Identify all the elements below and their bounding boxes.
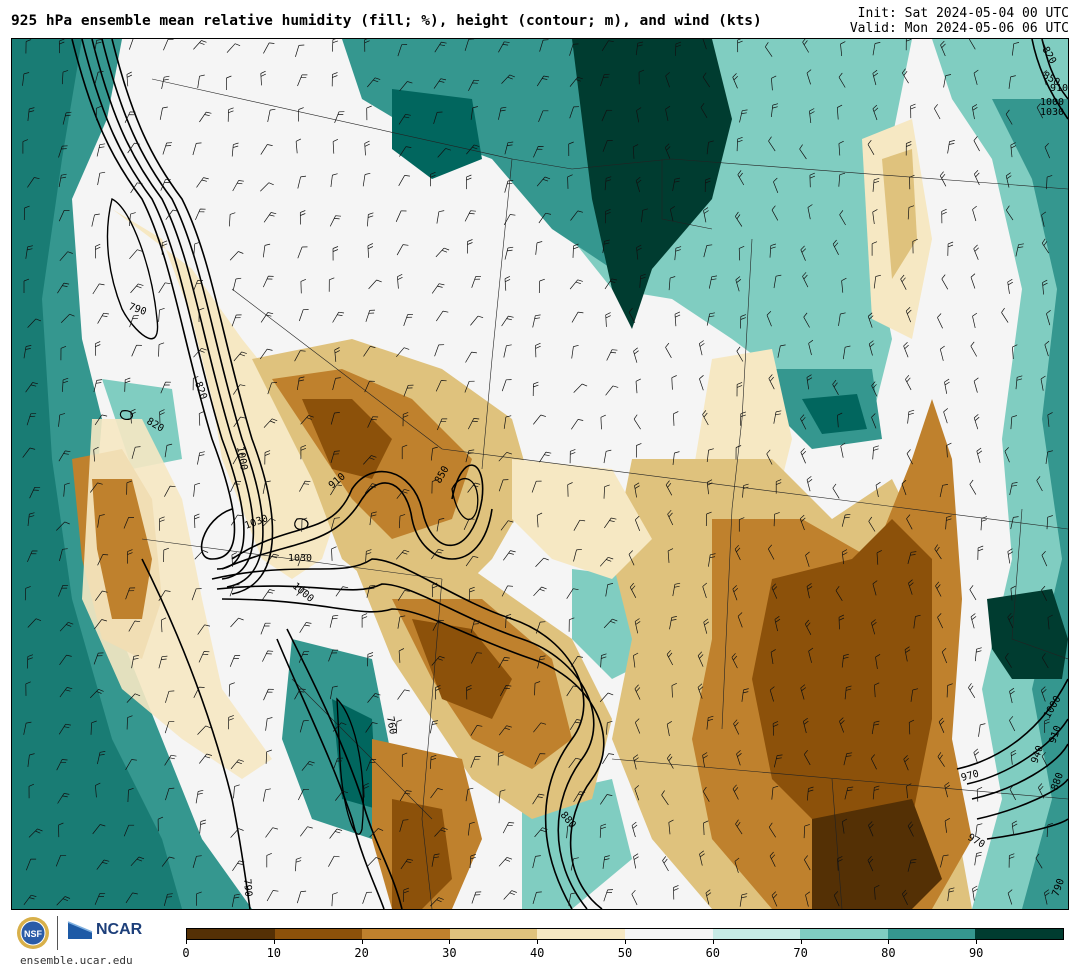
init-time: Init: Sat 2024-05-04 00 UTC [857, 6, 1069, 21]
colorbar-tick-label: 40 [529, 946, 545, 960]
colorbar-tick-mark [888, 940, 890, 944]
logo-divider [57, 916, 58, 950]
colorbar-segment [712, 929, 801, 939]
colorbar-tick-mark [800, 940, 802, 944]
ncar-logo-text: NCAR [96, 921, 143, 938]
colorbar-segment [537, 929, 625, 939]
map-canvas: 790 820 820 1000 1030 1030 910 850 1000 … [12, 39, 1068, 909]
colorbar-tick-mark [361, 940, 363, 944]
colorbar-tick-mark [537, 940, 539, 944]
time-info: Init: Sat 2024-05-04 00 UTC Valid: Mon 2… [850, 6, 1069, 36]
contour-label: 1030 [288, 553, 312, 564]
colorbar-tick-label: 90 [968, 946, 984, 960]
colorbar-segment [624, 929, 713, 939]
colorbar-tick-mark [712, 940, 714, 944]
colorbar-tick-label: 20 [354, 946, 369, 960]
nsf-logo-text: NSF [24, 929, 43, 939]
map-title: 925 hPa ensemble mean relative humidity … [11, 13, 762, 29]
colorbar-tick-marks [186, 940, 1064, 944]
humidity-map[interactable]: 790 820 820 1000 1030 1030 910 850 1000 … [11, 38, 1069, 910]
contour-label: 790 [241, 878, 254, 897]
colorbar-labels: 0 10 20 30 40 50 60 70 80 90 [182, 946, 1064, 962]
colorbar-segment [187, 929, 275, 939]
contour-label: 1000 [1040, 97, 1064, 108]
colorbar-segment [975, 929, 1063, 939]
contour-label: 1030 [1040, 107, 1064, 118]
colorbar-segment [274, 929, 363, 939]
colorbar-tick-label: 70 [793, 946, 808, 960]
colorbar-tick-label: 10 [266, 946, 282, 960]
colorbar [186, 928, 1064, 940]
nsf-logo-icon: NSF [17, 917, 49, 949]
valid-time: Valid: Mon 2024-05-06 06 UTC [849, 21, 1069, 36]
colorbar-tick-label: 0 [182, 946, 190, 960]
colorbar-tick-mark [186, 940, 187, 944]
colorbar-tick-label: 30 [442, 946, 457, 960]
colorbar-segment [800, 929, 888, 939]
contour-label: 910 [1050, 83, 1068, 94]
ncar-logo-icon [67, 921, 93, 939]
colorbar-segment [449, 929, 538, 939]
colorbar-tick-mark [273, 940, 275, 944]
colorbar-tick-label: 60 [705, 946, 721, 960]
logo-area: NSF NCAR ensemble.ucar.edu [14, 914, 154, 970]
colorbar-segment [887, 929, 976, 939]
site-url[interactable]: ensemble.ucar.edu [20, 954, 133, 967]
colorbar-tick-mark [625, 940, 626, 944]
colorbar-tick-label: 80 [881, 946, 896, 960]
colorbar-segment [362, 929, 450, 939]
colorbar-tick-label: 50 [617, 946, 633, 960]
colorbar-tick-mark [449, 940, 451, 944]
colorbar-tick-mark [976, 940, 978, 944]
